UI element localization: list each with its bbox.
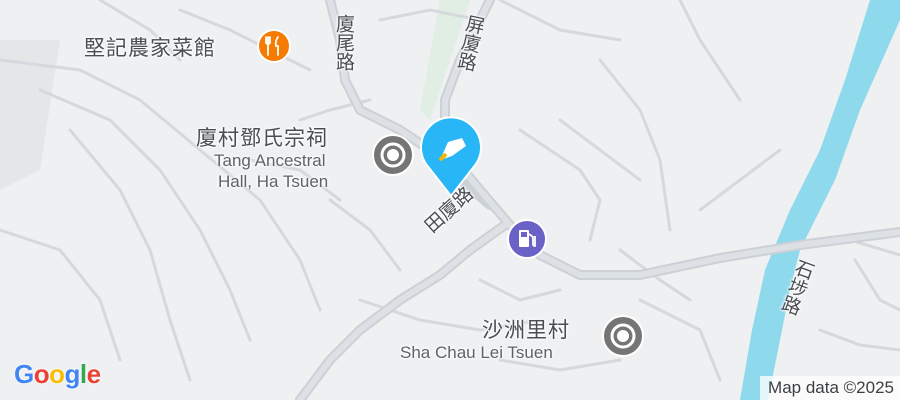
google-logo[interactable]: Google xyxy=(14,359,101,390)
landmark-icon[interactable] xyxy=(371,133,415,177)
ancestral-hall-en-line1: Tang Ancestral xyxy=(214,151,326,170)
road-label-ha-mei-road: 廈尾路 xyxy=(333,14,354,71)
restaurant-icon[interactable] xyxy=(256,28,292,64)
ancestral-hall-label[interactable]: 廈村鄧氏宗祠 xyxy=(196,122,328,152)
map-canvas[interactable]: 堅記農家菜館 廈尾路 屏廈路 田廈路 石埗路 廈村鄧氏宗祠 Tang Ances… xyxy=(0,0,900,400)
location-pin-icon[interactable] xyxy=(418,116,484,200)
logo-letter: l xyxy=(79,359,87,389)
village-label[interactable]: 沙洲里村 xyxy=(482,314,570,344)
logo-letter: o xyxy=(33,359,50,389)
restaurant-label[interactable]: 堅記農家菜館 xyxy=(84,32,216,62)
gas-station-icon[interactable] xyxy=(506,218,548,260)
map-attribution[interactable]: Map data ©2025 xyxy=(760,376,900,400)
logo-letter: o xyxy=(49,359,65,389)
logo-letter: G xyxy=(14,359,34,389)
village-en-label: Sha Chau Lei Tsuen xyxy=(400,343,553,362)
logo-letter: e xyxy=(86,359,101,389)
ancestral-hall-en-line2: Hall, Ha Tsuen xyxy=(218,172,329,191)
landmark-icon[interactable] xyxy=(601,314,645,358)
logo-letter: g xyxy=(64,359,81,389)
